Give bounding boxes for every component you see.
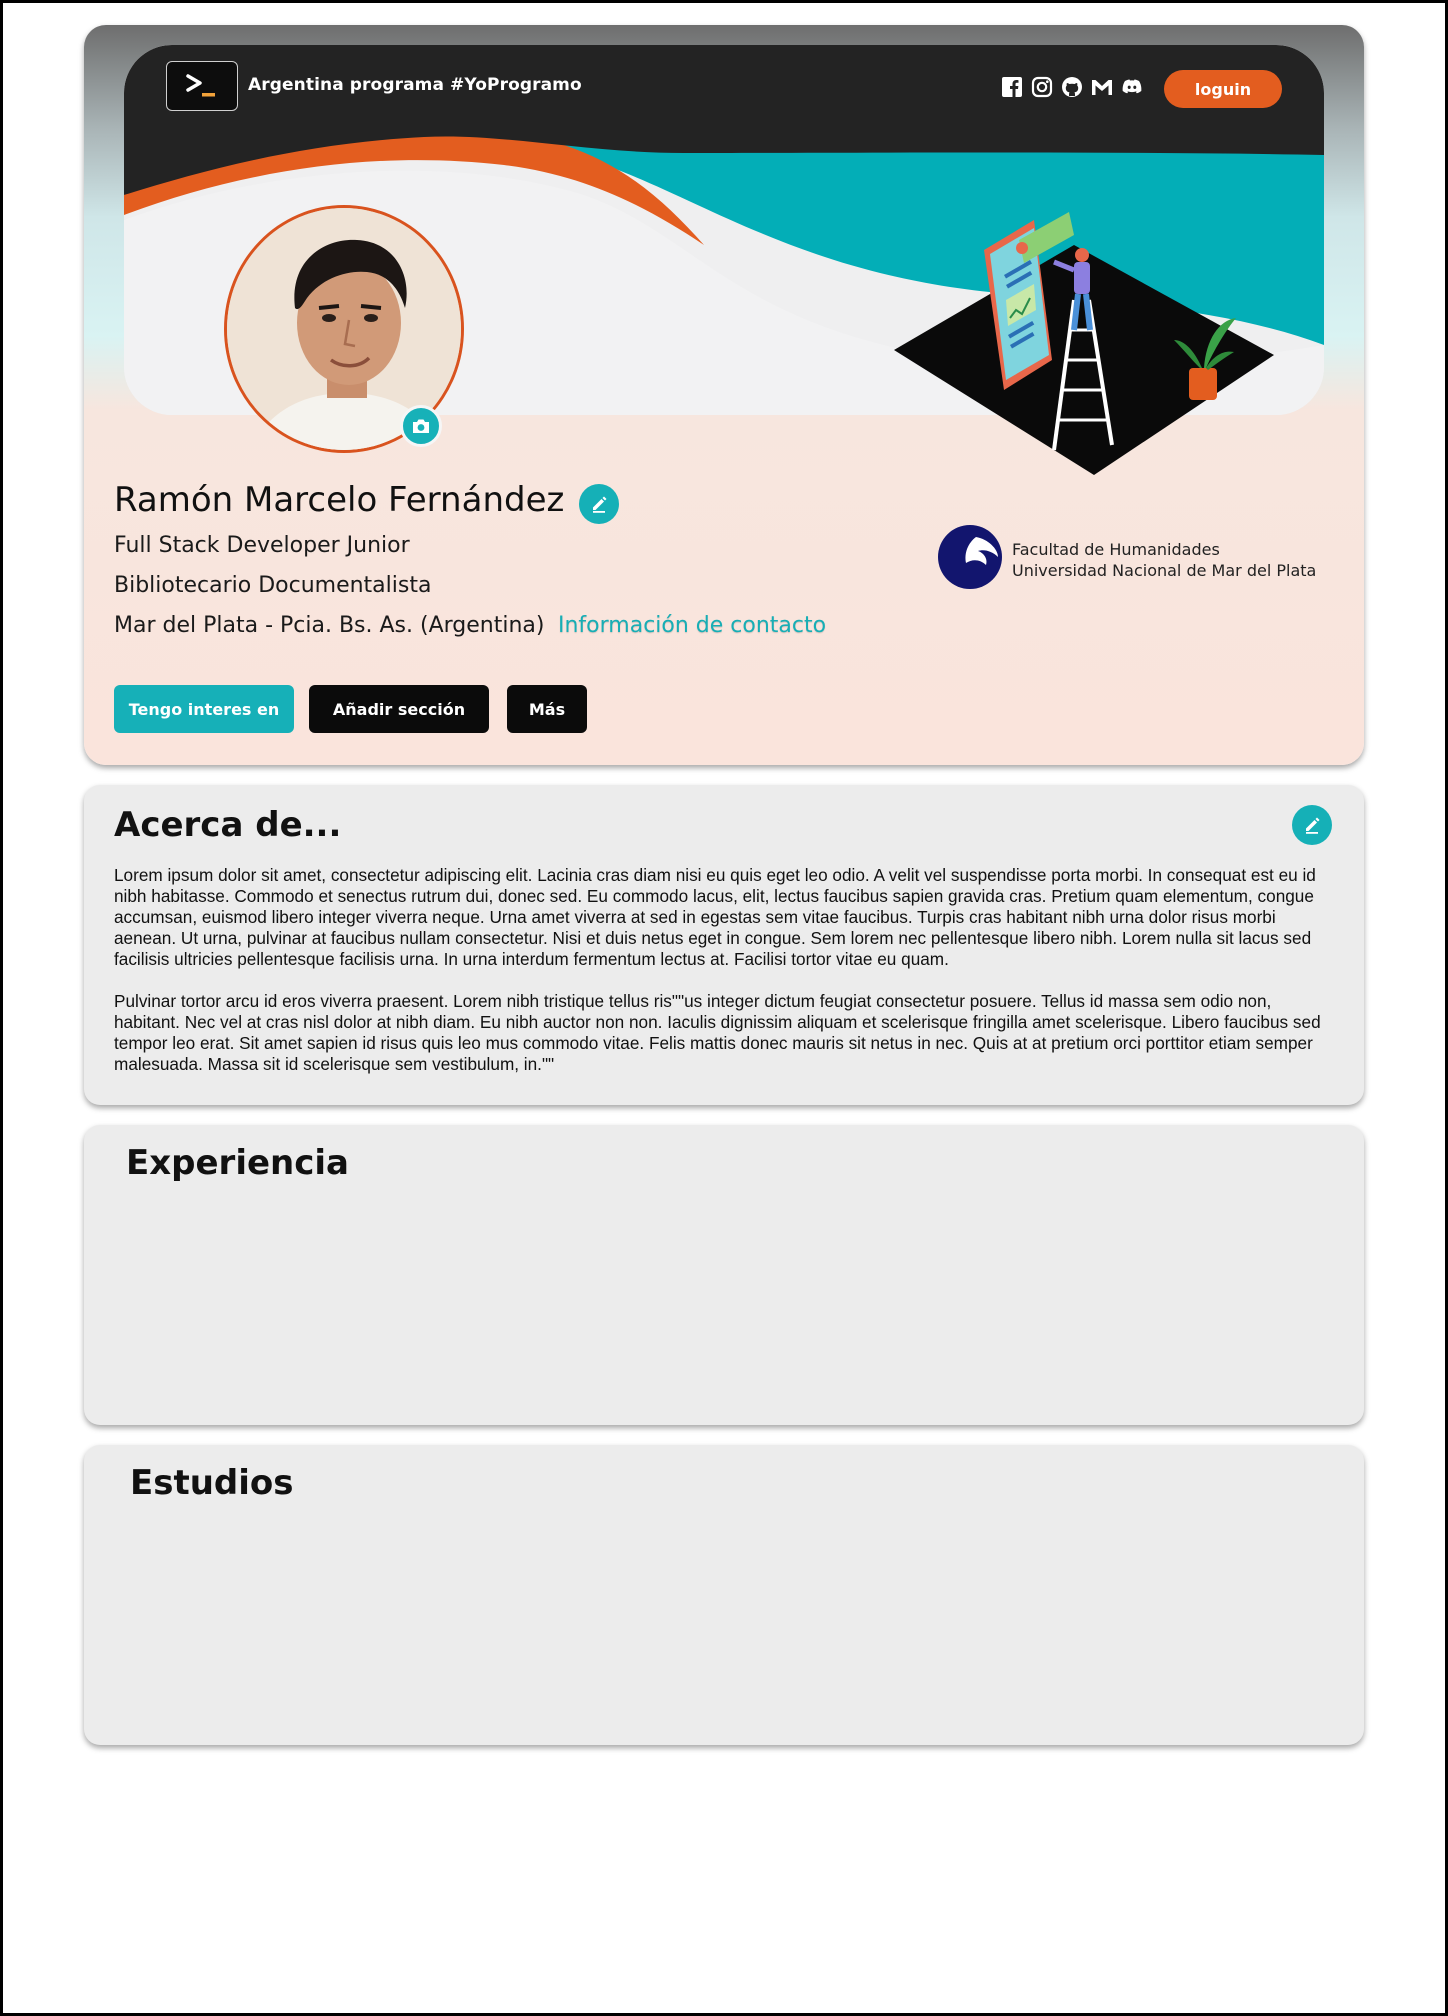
facebook-icon[interactable] (1000, 75, 1024, 99)
university-name: Facultad de Humanidades Universidad Naci… (1012, 539, 1316, 581)
interests-button[interactable]: Tengo interes en (114, 685, 294, 733)
faculty-line: Facultad de Humanidades (1012, 540, 1220, 559)
add-section-button[interactable]: Añadir sección (309, 685, 489, 733)
experience-section: Experiencia (84, 1125, 1364, 1425)
top-navbar: Argentina programa #YoProgramo loguin (124, 45, 1324, 137)
profile-profession: Bibliotecario Documentalista (114, 573, 432, 598)
contact-info-link[interactable]: Información de contacto (558, 613, 826, 638)
about-section: Acerca de... Lorem ipsum dolor sit amet,… (84, 785, 1364, 1105)
profile-location: Mar del Plata - Pcia. Bs. As. (Argentina… (114, 613, 545, 638)
about-paragraph: Lorem ipsum dolor sit amet, consectetur … (114, 865, 1316, 969)
education-section: Estudios (84, 1445, 1364, 1745)
about-paragraph: Pulvinar tortor arcu id eros viverra pra… (114, 991, 1321, 1074)
experience-title: Experiencia (126, 1143, 349, 1183)
about-text: Lorem ipsum dolor sit amet, consectetur … (114, 865, 1334, 1075)
discord-icon[interactable] (1120, 75, 1144, 99)
social-links (1000, 75, 1144, 99)
about-title: Acerca de... (114, 805, 342, 845)
edit-profile-button[interactable] (579, 484, 619, 524)
pencil-icon (593, 496, 607, 513)
university-logo-icon[interactable] (936, 523, 1004, 591)
developer-illustration (894, 212, 1274, 475)
pencil-icon (1306, 817, 1320, 834)
login-button[interactable]: loguin (1164, 70, 1282, 108)
brand-title: Argentina programa #YoProgramo (248, 75, 582, 95)
change-photo-button[interactable] (400, 405, 442, 447)
edit-about-button[interactable] (1292, 805, 1332, 845)
profile-header-card: Argentina programa #YoProgramo loguin Ra… (84, 25, 1364, 765)
more-button[interactable]: Más (507, 685, 587, 733)
gmail-icon[interactable] (1090, 75, 1114, 99)
instagram-icon[interactable] (1030, 75, 1054, 99)
github-icon[interactable] (1060, 75, 1084, 99)
profile-headline: Full Stack Developer Junior (114, 533, 410, 558)
terminal-logo-icon[interactable] (166, 61, 238, 111)
university-line: Universidad Nacional de Mar del Plata (1012, 561, 1317, 580)
profile-name: Ramón Marcelo Fernández (114, 480, 565, 520)
camera-icon (413, 419, 429, 433)
education-title: Estudios (130, 1463, 294, 1503)
